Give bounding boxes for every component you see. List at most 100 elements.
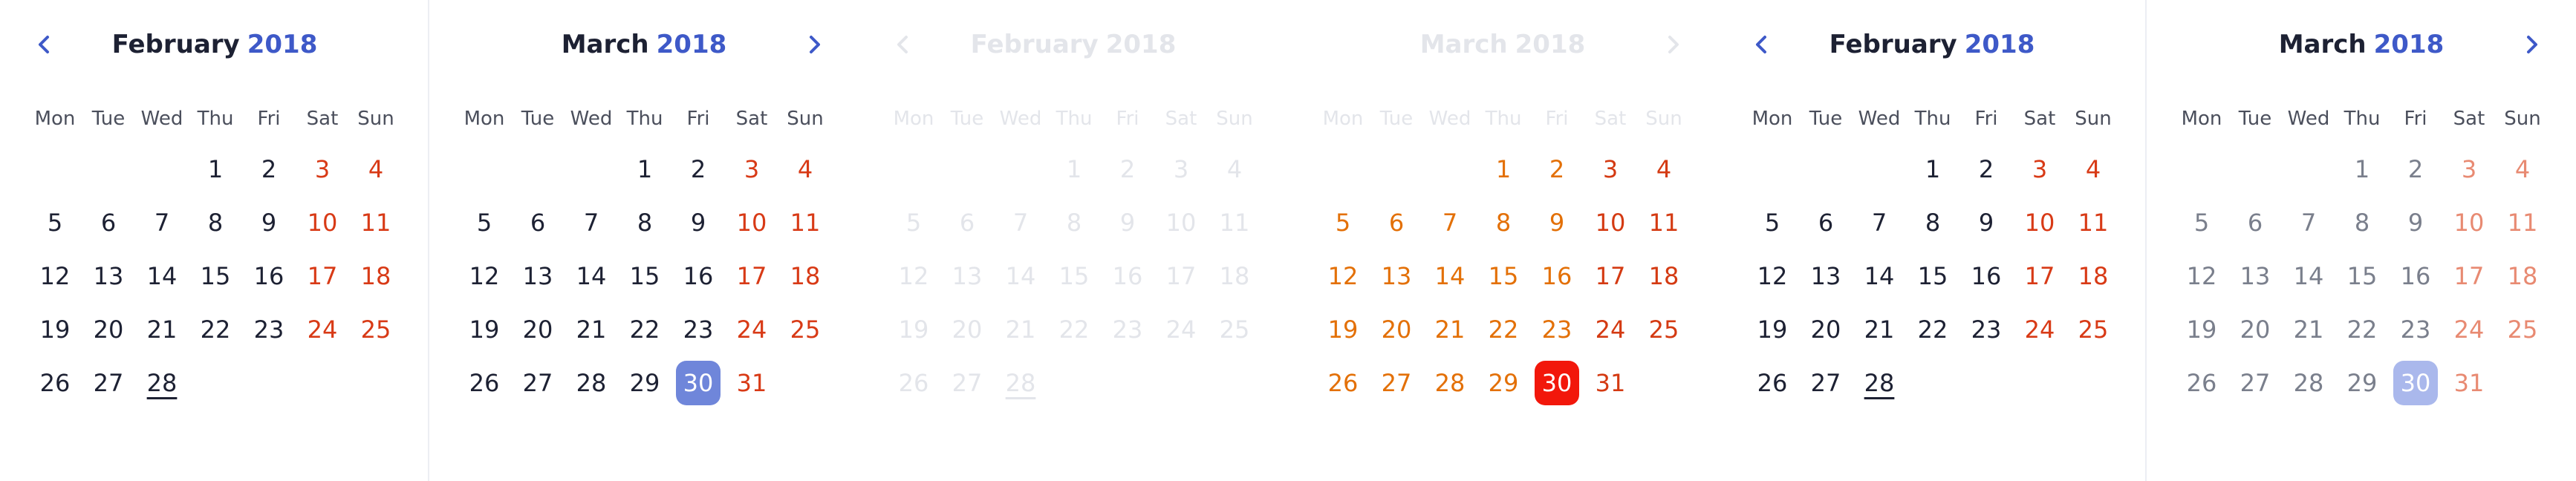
calendar-day[interactable]: 21 — [2286, 307, 2331, 352]
calendar-day[interactable]: 3 — [300, 147, 345, 192]
calendar-day[interactable]: 17 — [2017, 254, 2062, 298]
calendar-day[interactable]: 5 — [1750, 200, 1795, 245]
calendar-day[interactable]: 22 — [1481, 307, 1526, 352]
calendar-day[interactable]: 11 — [354, 200, 398, 245]
calendar-day[interactable]: 31 — [729, 361, 774, 405]
calendar-day[interactable]: 8 — [1052, 200, 1096, 245]
calendar-day[interactable]: 27 — [515, 361, 560, 405]
calendar-day[interactable]: 5 — [1321, 200, 1365, 245]
calendar-day[interactable]: 2 — [2393, 147, 2438, 192]
calendar-day[interactable]: 31 — [1588, 361, 1633, 405]
calendar-day[interactable]: 5 — [33, 200, 77, 245]
calendar-day[interactable]: 21 — [140, 307, 184, 352]
calendar-day[interactable]: 2 — [1535, 147, 1579, 192]
calendar-day[interactable]: 17 — [2447, 254, 2491, 298]
calendar-day[interactable]: 15 — [1052, 254, 1096, 298]
calendar-day[interactable]: 13 — [86, 254, 131, 298]
calendar-day[interactable]: 15 — [193, 254, 238, 298]
calendar-day[interactable]: 19 — [1321, 307, 1365, 352]
calendar-day[interactable]: 3 — [1588, 147, 1633, 192]
calendar-day[interactable]: 31 — [2447, 361, 2491, 405]
calendar-day[interactable]: 19 — [891, 307, 936, 352]
calendar-day[interactable]: 14 — [2286, 254, 2331, 298]
calendar-day[interactable]: 14 — [998, 254, 1043, 298]
calendar-day[interactable]: 4 — [1642, 147, 1686, 192]
calendar-day[interactable]: 19 — [1750, 307, 1795, 352]
calendar-day[interactable]: 1 — [1481, 147, 1526, 192]
calendar-day[interactable]: 17 — [1159, 254, 1203, 298]
calendar-day[interactable]: 3 — [2447, 147, 2491, 192]
calendar-day[interactable]: 1 — [1910, 147, 1955, 192]
calendar-day[interactable]: 24 — [300, 307, 345, 352]
calendar-day[interactable]: 27 — [945, 361, 989, 405]
calendar-day[interactable]: 22 — [622, 307, 667, 352]
calendar-day[interactable]: 28 — [140, 361, 184, 405]
calendar-day[interactable]: 14 — [1428, 254, 1472, 298]
calendar-day[interactable]: 18 — [1212, 254, 1257, 298]
calendar-day[interactable]: 15 — [2340, 254, 2384, 298]
calendar-day[interactable]: 28 — [1428, 361, 1472, 405]
calendar-day[interactable]: 3 — [2017, 147, 2062, 192]
calendar-day[interactable]: 27 — [86, 361, 131, 405]
calendar-day[interactable]: 15 — [622, 254, 667, 298]
calendar-day[interactable]: 16 — [676, 254, 721, 298]
calendar-day[interactable]: 26 — [33, 361, 77, 405]
calendar-day[interactable]: 8 — [622, 200, 667, 245]
calendar-day[interactable]: 25 — [1642, 307, 1686, 352]
calendar-day[interactable]: 6 — [86, 200, 131, 245]
calendar-day[interactable]: 11 — [1212, 200, 1257, 245]
calendar-day[interactable]: 23 — [676, 307, 721, 352]
calendar-day[interactable]: 11 — [783, 200, 827, 245]
calendar-day[interactable]: 9 — [2393, 200, 2438, 245]
calendar-day[interactable]: 11 — [2500, 200, 2545, 245]
calendar-day[interactable]: 23 — [1964, 307, 2009, 352]
calendar-day[interactable]: 4 — [2071, 147, 2115, 192]
calendar-day[interactable]: 6 — [515, 200, 560, 245]
calendar-day[interactable]: 22 — [2340, 307, 2384, 352]
calendar-day[interactable]: 18 — [354, 254, 398, 298]
calendar-day[interactable]: 6 — [1374, 200, 1419, 245]
calendar-day[interactable]: 25 — [1212, 307, 1257, 352]
calendar-day[interactable]: 6 — [1803, 200, 1848, 245]
calendar-day[interactable]: 17 — [300, 254, 345, 298]
calendar-day[interactable]: 17 — [729, 254, 774, 298]
calendar-day[interactable]: 13 — [945, 254, 989, 298]
calendar-day[interactable]: 18 — [2500, 254, 2545, 298]
calendar-day[interactable]: 24 — [2447, 307, 2491, 352]
calendar-day[interactable]: 16 — [1105, 254, 1150, 298]
calendar-day[interactable]: 11 — [2071, 200, 2115, 245]
calendar-day[interactable]: 1 — [1052, 147, 1096, 192]
calendar-day[interactable]: 2 — [247, 147, 291, 192]
calendar-day[interactable]: 28 — [998, 361, 1043, 405]
calendar-day[interactable]: 1 — [622, 147, 667, 192]
calendar-day[interactable]: 13 — [1803, 254, 1848, 298]
calendar-day[interactable]: 4 — [783, 147, 827, 192]
calendar-day[interactable]: 4 — [1212, 147, 1257, 192]
calendar-day[interactable]: 12 — [33, 254, 77, 298]
calendar-day[interactable]: 12 — [1321, 254, 1365, 298]
selected-day[interactable]: 30 — [1535, 361, 1579, 405]
calendar-day[interactable]: 9 — [1964, 200, 2009, 245]
calendar-day[interactable]: 26 — [2179, 361, 2224, 405]
calendar-day[interactable]: 7 — [998, 200, 1043, 245]
calendar-day[interactable]: 29 — [622, 361, 667, 405]
calendar-day[interactable]: 13 — [2233, 254, 2277, 298]
calendar-day[interactable]: 25 — [2500, 307, 2545, 352]
calendar-day[interactable]: 5 — [462, 200, 507, 245]
calendar-day[interactable]: 28 — [2286, 361, 2331, 405]
calendar-day[interactable]: 16 — [1535, 254, 1579, 298]
calendar-day[interactable]: 1 — [2340, 147, 2384, 192]
calendar-day[interactable]: 9 — [1105, 200, 1150, 245]
calendar-day[interactable]: 19 — [2179, 307, 2224, 352]
calendar-day[interactable]: 27 — [1374, 361, 1419, 405]
calendar-day[interactable]: 22 — [1910, 307, 1955, 352]
calendar-day[interactable]: 27 — [1803, 361, 1848, 405]
calendar-day[interactable]: 8 — [1910, 200, 1955, 245]
calendar-day[interactable]: 13 — [1374, 254, 1419, 298]
calendar-day[interactable]: 10 — [2017, 200, 2062, 245]
calendar-day[interactable]: 25 — [783, 307, 827, 352]
calendar-day[interactable]: 2 — [1964, 147, 2009, 192]
calendar-day[interactable]: 5 — [891, 200, 936, 245]
calendar-day[interactable]: 1 — [193, 147, 238, 192]
calendar-day[interactable]: 16 — [2393, 254, 2438, 298]
